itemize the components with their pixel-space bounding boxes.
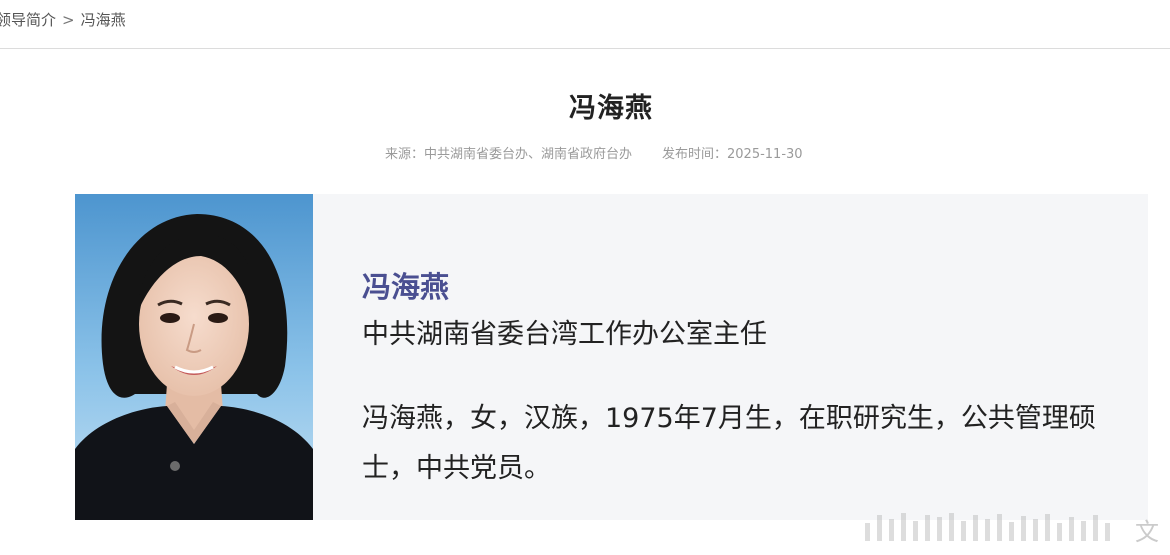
breadcrumb-link-leader-profiles[interactable]: 领导简介 — [0, 11, 56, 29]
page-title: 冯海燕 — [569, 93, 653, 124]
person-position: 中共湖南省委台湾工作办公室主任 — [362, 319, 767, 350]
article-publish-date: 发布时间：2025-11-30 — [662, 147, 803, 162]
profile-card: 冯海燕 中共湖南省委台湾工作办公室主任 冯海燕，女，汉族，1975年7月生，在职… — [75, 194, 1148, 520]
watermark-glyph: 文 — [1135, 518, 1159, 546]
article-meta: 来源：中共湖南省委台办、湖南省政府台办 发布时间：2025-11-30 — [385, 143, 803, 162]
breadcrumb-separator: > — [62, 11, 75, 29]
breadcrumb: 领导简介 > 冯海燕 — [0, 9, 126, 30]
breadcrumb-current: 冯海燕 — [80, 11, 126, 29]
breadcrumb-bar: 领导简介 > 冯海燕 — [0, 0, 1170, 49]
person-name: 冯海燕 — [362, 270, 450, 304]
portrait-photo — [75, 194, 313, 520]
article-source: 来源：中共湖南省委台办、湖南省政府台办 — [385, 147, 633, 162]
person-bio: 冯海燕，女，汉族，1975年7月生，在职研究生，公共管理硕士，中共党员。 — [362, 403, 1096, 484]
